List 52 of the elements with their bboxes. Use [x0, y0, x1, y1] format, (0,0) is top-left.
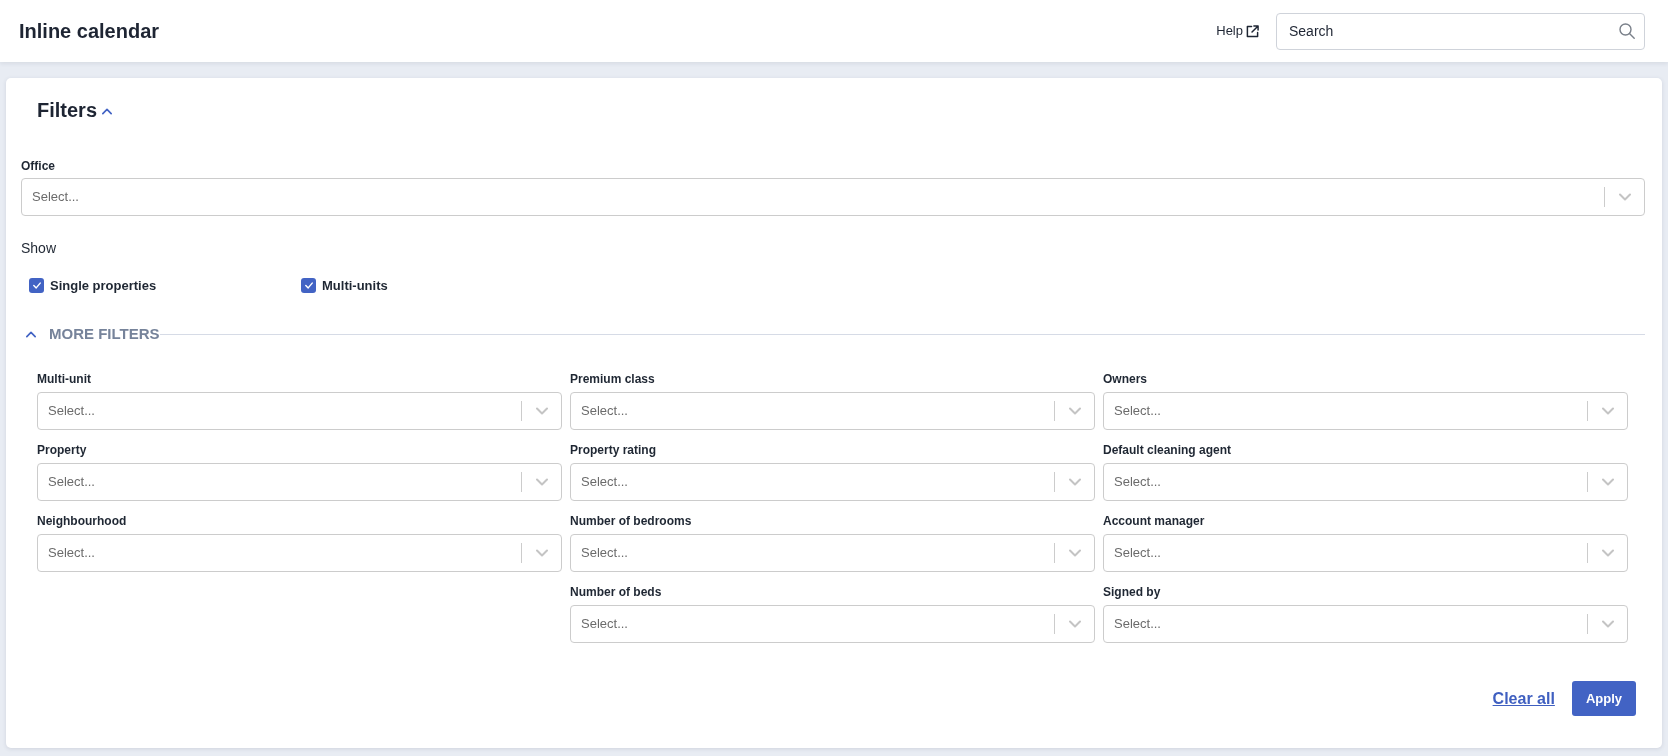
- chevron-down-icon: [1068, 478, 1081, 486]
- chevron-down-icon: [1068, 620, 1081, 628]
- chevron-down-icon: [1601, 549, 1614, 557]
- chevron-down-icon: [1068, 407, 1081, 415]
- field-label: Premium class: [570, 372, 656, 386]
- select-field[interactable]: Select...: [21, 178, 1645, 216]
- chevron-down-icon: [1601, 620, 1614, 628]
- checkbox[interactable]: [301, 278, 316, 293]
- field-label: Property: [37, 443, 88, 457]
- checkmark-icon: [32, 282, 41, 289]
- checkmark-icon: [304, 282, 313, 289]
- field-label: Default cleaning agent: [1103, 443, 1233, 457]
- field-label: Account manager: [1103, 514, 1206, 528]
- search-field[interactable]: Search: [1276, 12, 1645, 50]
- section-label: Show: [21, 240, 58, 256]
- select-field[interactable]: Select...: [1103, 463, 1628, 501]
- select-field[interactable]: Select...: [1103, 605, 1628, 643]
- field-label: Multi-unit: [37, 372, 92, 386]
- search-icon: [1619, 23, 1635, 39]
- more-filters-toggle[interactable]: MORE FILTERS: [49, 322, 160, 346]
- field-label: Property rating: [570, 443, 657, 457]
- field-label: Owners: [1103, 372, 1148, 386]
- chevron-down-icon: [535, 407, 548, 415]
- chevron-down-icon: [535, 549, 548, 557]
- select-field[interactable]: Select...: [37, 534, 562, 572]
- checkbox-label[interactable]: Multi-units: [322, 275, 388, 296]
- help-link[interactable]: Help: [1216, 21, 1259, 41]
- external-link-icon: [1246, 24, 1259, 38]
- select-field[interactable]: Select...: [570, 463, 1095, 501]
- checkbox[interactable]: [29, 278, 44, 293]
- chevron-down-icon: [535, 478, 548, 486]
- field-label: Signed by: [1103, 585, 1162, 599]
- chevron-down-icon: [1068, 549, 1081, 557]
- field-label: Number of bedrooms: [570, 514, 693, 528]
- field-label: Office: [21, 159, 56, 173]
- select-field[interactable]: Select...: [37, 392, 562, 430]
- chevron-down-icon: [1601, 407, 1614, 415]
- select-field[interactable]: Select...: [570, 605, 1095, 643]
- chevron-down-icon: [1601, 478, 1614, 486]
- filters-heading: Filters: [37, 98, 98, 123]
- select-field[interactable]: Select...: [570, 534, 1095, 572]
- apply-button[interactable]: Apply: [1571, 681, 1636, 716]
- select-field[interactable]: Select...: [37, 463, 562, 501]
- select-field[interactable]: Select...: [1103, 534, 1628, 572]
- field-label: Number of beds: [570, 585, 663, 599]
- field-label: Neighbourhood: [37, 514, 128, 528]
- checkbox-label[interactable]: Single properties: [50, 275, 157, 296]
- chevron-down-icon: [1618, 193, 1631, 201]
- page-title: Inline calendar: [19, 19, 160, 44]
- clear-all-link[interactable]: Clear all: [1492, 686, 1555, 711]
- select-field[interactable]: Select...: [570, 392, 1095, 430]
- select-field[interactable]: Select...: [1103, 392, 1628, 430]
